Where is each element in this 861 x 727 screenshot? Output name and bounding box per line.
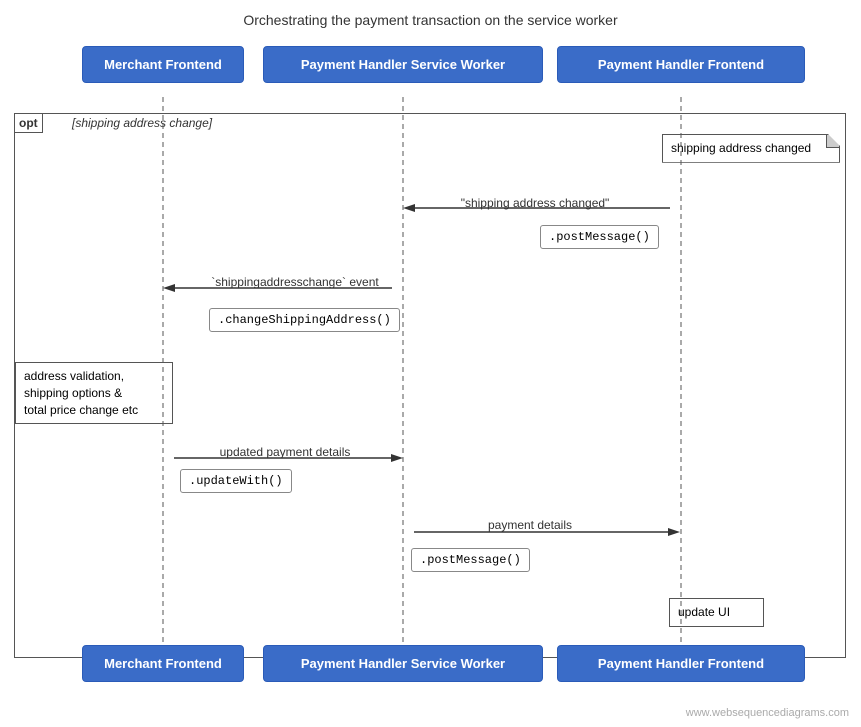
actor-merchant-top: Merchant Frontend xyxy=(82,46,244,83)
actor-payment-frontend-bottom: Payment Handler Frontend xyxy=(557,645,805,682)
diagram-container: Orchestrating the payment transaction on… xyxy=(0,0,861,727)
diagram-title: Orchestrating the payment transaction on… xyxy=(0,0,861,38)
actor-service-worker-bottom: Payment Handler Service Worker xyxy=(263,645,543,682)
method-update-with: .updateWith() xyxy=(180,469,292,493)
actor-payment-frontend-top: Payment Handler Frontend xyxy=(557,46,805,83)
label-shipping-address-changed: "shipping address changed" xyxy=(420,196,650,210)
note-shipping-changed: shipping address changed xyxy=(662,134,840,163)
label-shippingaddresschange: `shippingaddresschange` event xyxy=(175,275,415,289)
guard-label: [shipping address change] xyxy=(72,116,212,130)
label-payment-details: payment details xyxy=(410,518,650,532)
watermark: www.websequencediagrams.com xyxy=(686,707,849,719)
method-post-message-2: .postMessage() xyxy=(411,548,530,572)
actor-merchant-bottom: Merchant Frontend xyxy=(82,645,244,682)
note-address-validation: address validation,shipping options &tot… xyxy=(15,362,173,424)
actor-service-worker-top: Payment Handler Service Worker xyxy=(263,46,543,83)
method-change-shipping: .changeShippingAddress() xyxy=(209,308,400,332)
method-post-message-1: .postMessage() xyxy=(540,225,659,249)
label-updated-payment: updated payment details xyxy=(180,445,390,459)
note-update-ui: update UI xyxy=(669,598,764,627)
opt-label: opt xyxy=(14,113,43,133)
